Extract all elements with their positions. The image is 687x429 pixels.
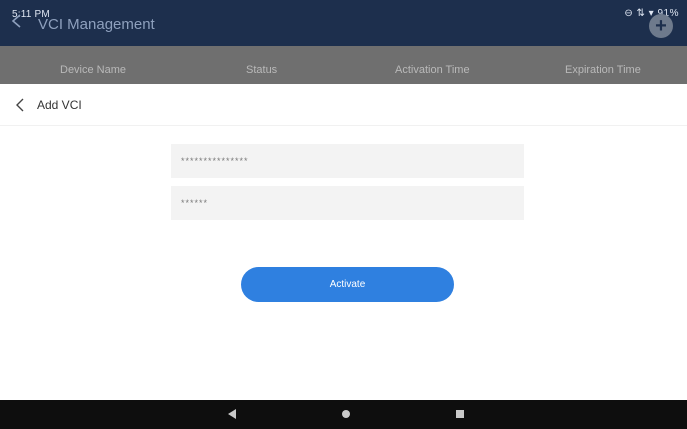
nav-recents-icon[interactable] (456, 410, 464, 418)
system-nav-bar (0, 400, 687, 429)
sheet-header: Add VCI (0, 84, 687, 126)
back-chevron-icon[interactable] (12, 96, 30, 114)
table-header: Device Name Status Activation Time Expir… (0, 46, 687, 84)
column-device-name: Device Name (60, 64, 127, 76)
sheet-title: Add VCI (37, 98, 82, 112)
plus-icon[interactable]: + (649, 14, 673, 38)
back-arrow-icon[interactable] (10, 14, 24, 28)
column-expiration-time: Expiration Time (565, 64, 641, 76)
column-status: Status (246, 64, 278, 76)
nav-home-icon[interactable] (342, 410, 350, 418)
screen: 5:11 PM ⊖ ⇅ ▾ 91% VCI Management + Devic… (0, 0, 687, 429)
add-vci-sheet: Add VCI Activate (0, 84, 687, 400)
page-title: VCI Management (38, 16, 155, 33)
activate-button[interactable]: Activate (241, 267, 454, 302)
app-header: 5:11 PM ⊖ ⇅ ▾ 91% VCI Management + (0, 0, 687, 46)
column-activation-time: Activation Time (395, 64, 470, 76)
activation-code-input[interactable] (171, 186, 524, 220)
serial-number-input[interactable] (171, 144, 524, 178)
nav-back-icon[interactable] (228, 409, 236, 419)
